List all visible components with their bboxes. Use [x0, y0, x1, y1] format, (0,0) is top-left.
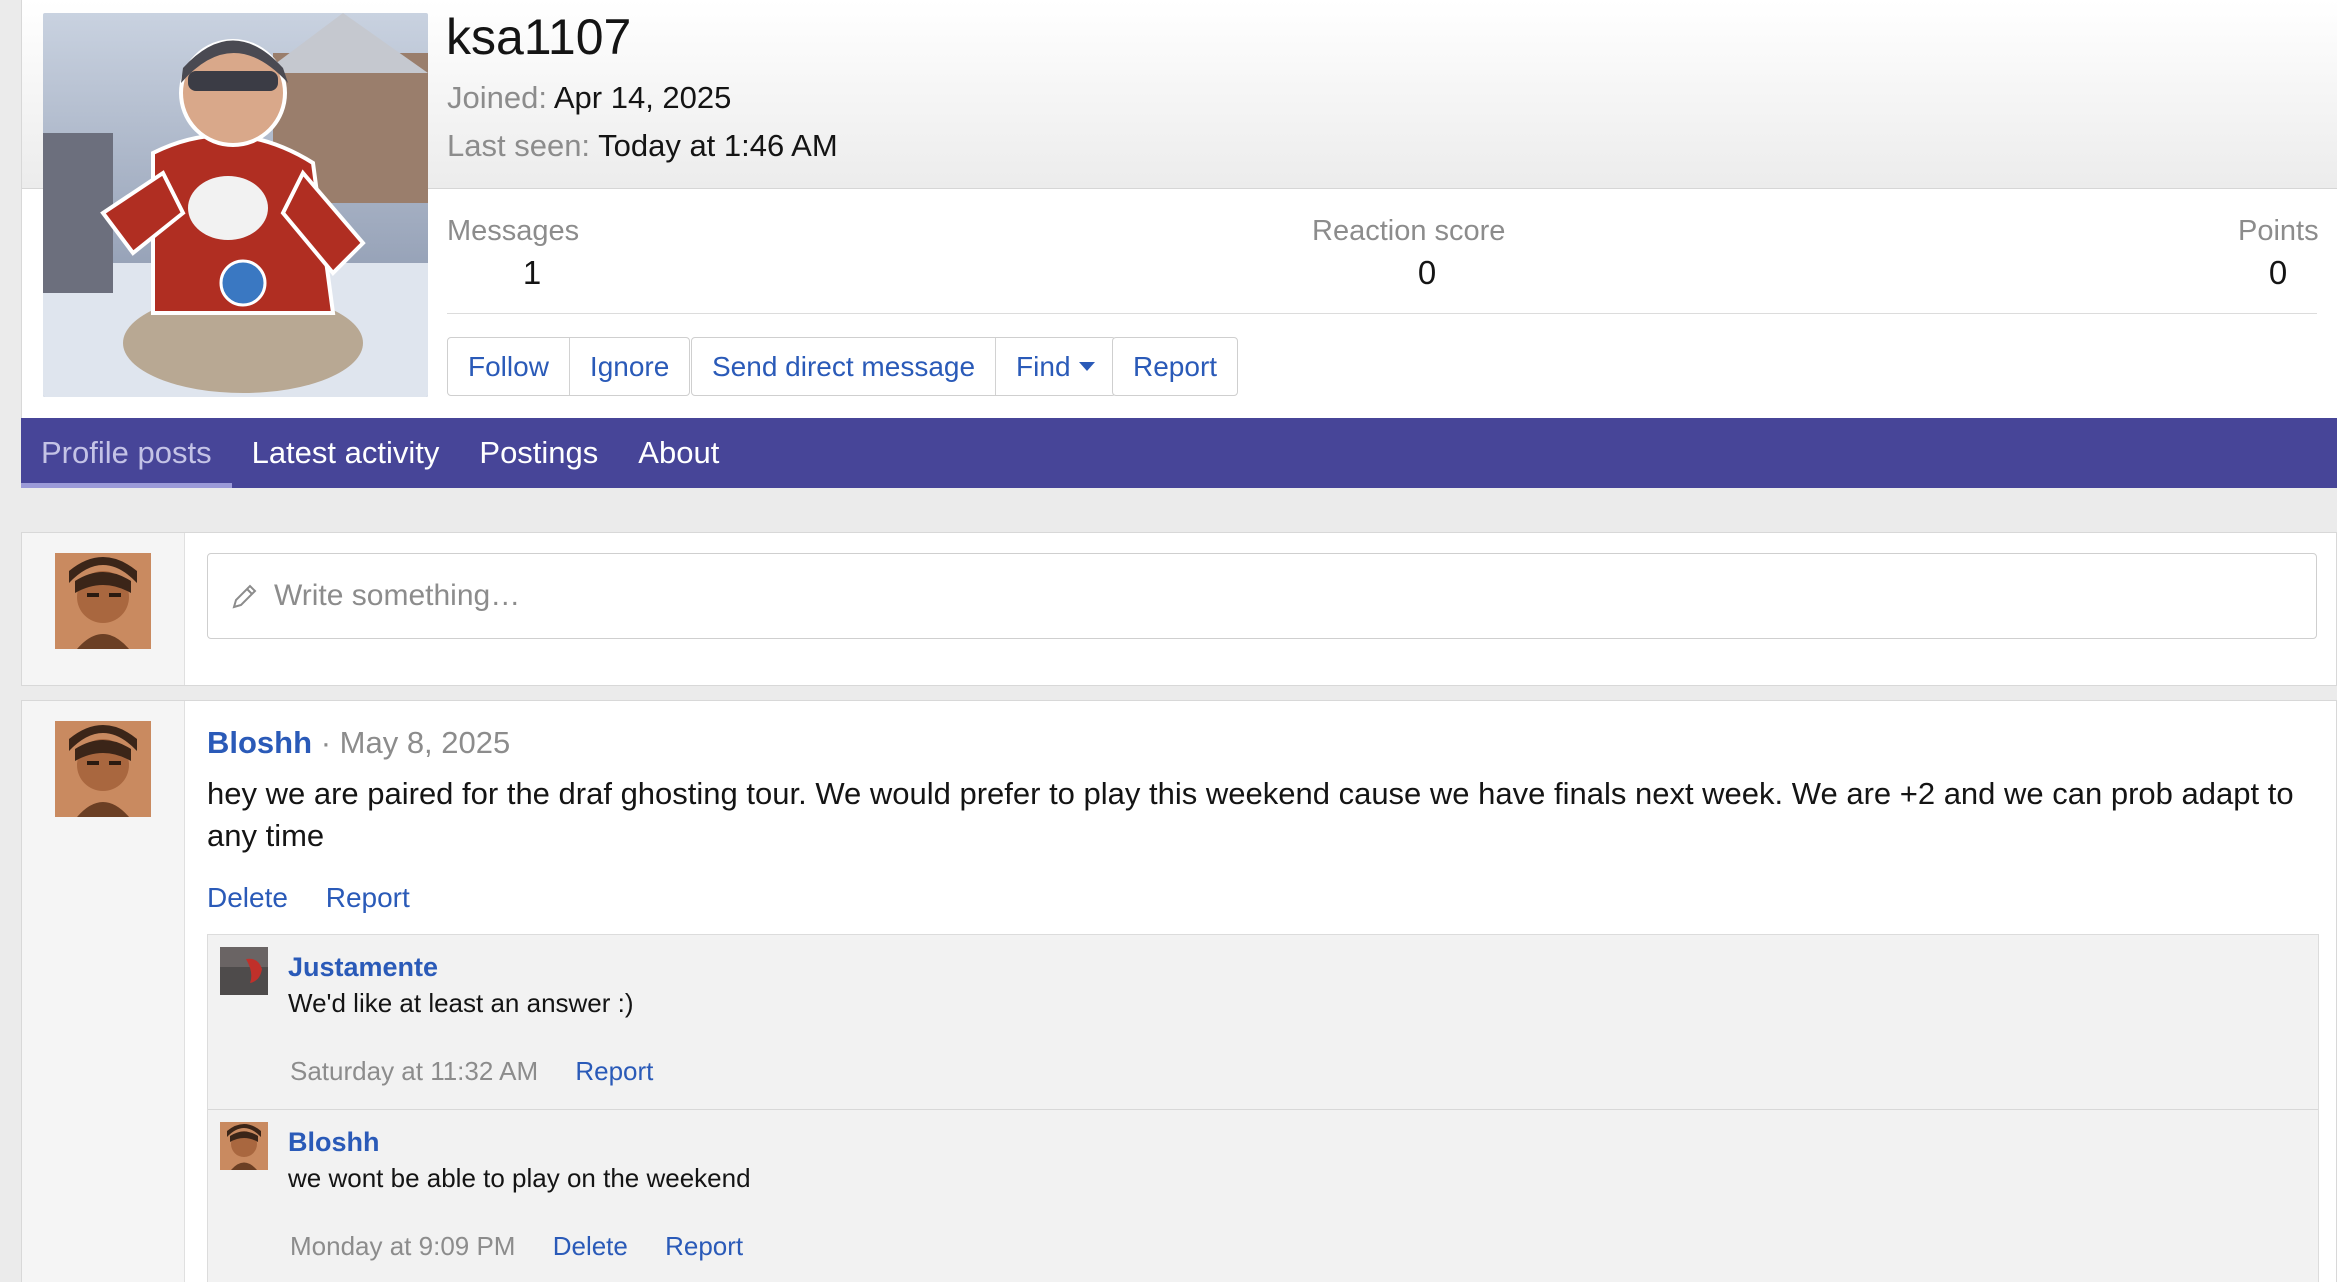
reaction-score-label: Reaction score [1312, 215, 1506, 247]
find-dropdown-button[interactable]: Find [995, 338, 1114, 395]
follow-ignore-group: Follow Ignore [447, 337, 691, 396]
profile-post: Bloshh · May 8, 2025 hey we are paired f… [21, 700, 2337, 1282]
profile-tabs: Profile posts Latest activity Postings A… [21, 418, 2337, 488]
ignore-button[interactable]: Ignore [568, 338, 689, 395]
tab-postings[interactable]: Postings [459, 418, 618, 488]
profile-post-composer: Write something… [21, 532, 2337, 686]
current-user-avatar[interactable] [55, 553, 151, 649]
comments-list: Justamente We'd like at least an answer … [207, 934, 2319, 1282]
joined-value: Apr 14, 2025 [553, 80, 732, 115]
comment-item: Bloshh we wont be able to play on the we… [208, 1109, 2318, 1282]
stats-divider [447, 313, 2317, 314]
follow-button[interactable]: Follow [448, 338, 569, 395]
last-seen-line: Last seen: Today at 1:46 AM [447, 128, 838, 164]
comment-time[interactable]: Monday at 9:09 PM [290, 1231, 515, 1261]
messages-value[interactable]: 1 [502, 254, 562, 292]
post-date[interactable]: May 8, 2025 [340, 725, 511, 760]
profile-avatar[interactable] [43, 13, 428, 397]
points-value[interactable]: 0 [2248, 254, 2308, 292]
comment-author-avatar[interactable] [220, 947, 268, 995]
header-separator: · [320, 725, 332, 760]
tab-latest-activity[interactable]: Latest activity [232, 418, 460, 488]
write-something-input[interactable]: Write something… [207, 553, 2317, 639]
caret-down-icon [1078, 362, 1095, 371]
comment-meta: Monday at 9:09 PM Delete Report [290, 1231, 743, 1262]
comment-report-link[interactable]: Report [665, 1231, 743, 1261]
reaction-score-value[interactable]: 0 [1397, 254, 1457, 292]
comment-time[interactable]: Saturday at 11:32 AM [290, 1056, 538, 1086]
comment-item: Justamente We'd like at least an answer … [208, 935, 2318, 1109]
joined-label: Joined: [447, 80, 547, 115]
post-report-link[interactable]: Report [326, 882, 410, 913]
last-seen-label: Last seen: [447, 128, 591, 163]
post-avatar-column [22, 701, 185, 1282]
comment-report-link[interactable]: Report [575, 1056, 653, 1086]
page: ksa1107 Joined: Apr 14, 2025 Last seen: … [0, 0, 2337, 1282]
tab-about[interactable]: About [618, 418, 739, 488]
comment-author-link[interactable]: Bloshh [288, 1127, 380, 1158]
composer-avatar-column [22, 533, 185, 685]
comment-author-avatar[interactable] [220, 1122, 268, 1170]
post-actions: Delete Report [207, 882, 410, 914]
comment-delete-link[interactable]: Delete [553, 1231, 628, 1261]
post-author-avatar[interactable] [55, 721, 151, 817]
pencil-icon [232, 584, 257, 609]
post-delete-link[interactable]: Delete [207, 882, 288, 913]
send-direct-message-button[interactable]: Send direct message [692, 338, 995, 395]
tab-profile-posts[interactable]: Profile posts [21, 418, 232, 488]
message-find-group: Send direct message Find [691, 337, 1116, 396]
post-header: Bloshh · May 8, 2025 [207, 725, 510, 761]
comment-text: We'd like at least an answer :) [288, 988, 634, 1018]
comment-author-link[interactable]: Justamente [288, 952, 438, 983]
last-seen-value: Today at 1:46 AM [598, 128, 838, 163]
post-body: hey we are paired for the draf ghosting … [207, 776, 2294, 853]
profile-header: ksa1107 Joined: Apr 14, 2025 Last seen: … [21, 0, 2337, 418]
points-label: Points [2238, 215, 2319, 247]
report-group: Report [1112, 337, 1239, 396]
profile-username: ksa1107 [446, 9, 632, 65]
write-something-placeholder: Write something… [274, 579, 521, 612]
post-author-link[interactable]: Bloshh [207, 725, 312, 760]
report-profile-button[interactable]: Report [1113, 338, 1237, 395]
comment-meta: Saturday at 11:32 AM Report [290, 1056, 653, 1087]
comment-text: we wont be able to play on the weekend [288, 1163, 751, 1193]
joined-line: Joined: Apr 14, 2025 [447, 80, 731, 116]
messages-label: Messages [447, 215, 580, 247]
find-label: Find [1016, 350, 1071, 382]
